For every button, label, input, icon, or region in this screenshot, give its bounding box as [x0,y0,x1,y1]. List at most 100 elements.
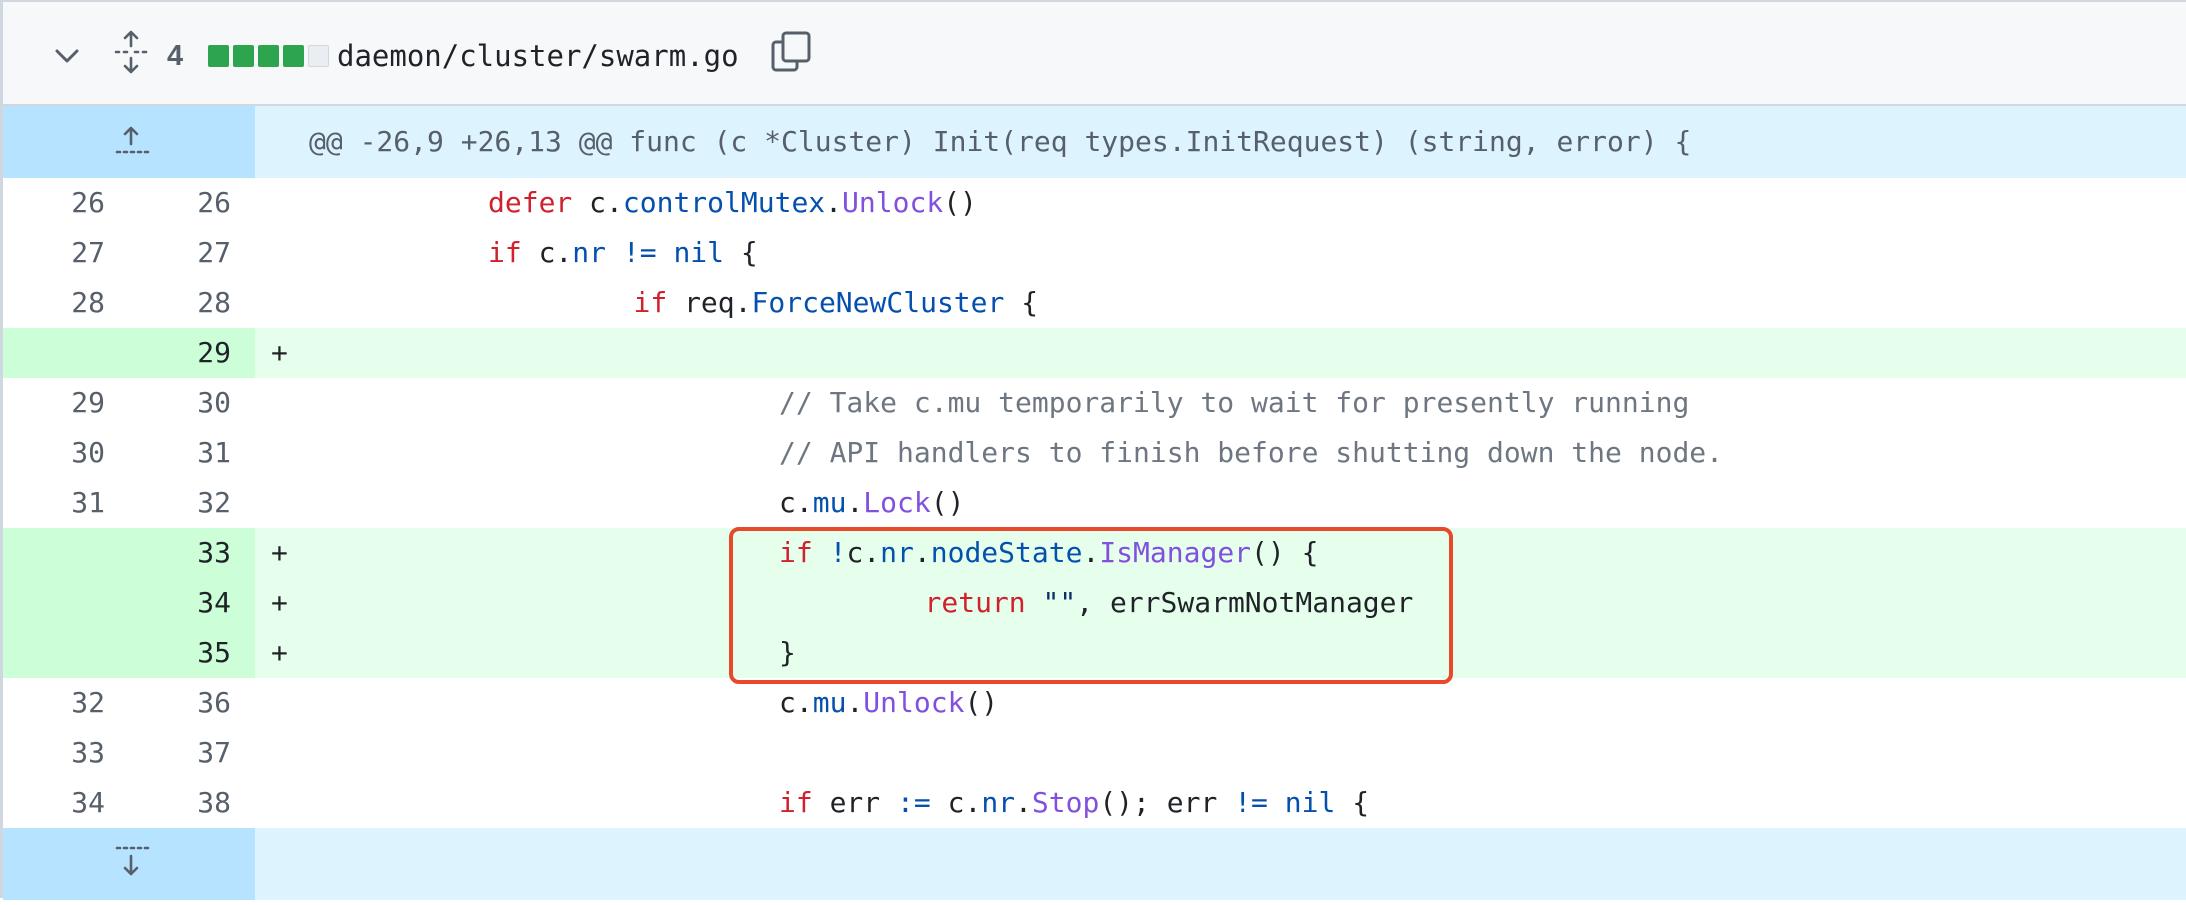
copy-icon[interactable] [769,30,813,74]
code-token: "" [1042,586,1077,619]
file-path[interactable]: daemon/cluster/swarm.go [337,34,739,78]
expand-up-button[interactable] [3,106,255,178]
added-line-row: 34 + return "", errSwarmNotManager [3,578,2186,628]
code-token: c. [779,686,813,719]
diffstat-block [233,45,254,67]
code-token: // API handlers to finish before shuttin… [779,436,1724,469]
code-token: c. [521,236,573,269]
code-token: nr [572,236,607,269]
new-line-number[interactable]: 31 [129,428,231,478]
old-line-number[interactable] [3,578,105,628]
code-token: (); err [1099,786,1235,819]
code-line: // API handlers to finish before shuttin… [779,428,1723,478]
code-token: . [1082,536,1100,569]
new-line-number[interactable]: 33 [129,528,231,578]
code-line: return "", errSwarmNotManager [925,578,1414,628]
old-line-number[interactable]: 32 [3,678,105,728]
context-line-row: 30 31 // API handlers to finish before shu… [3,428,2186,478]
old-line-number[interactable] [3,528,105,578]
new-line-number[interactable]: 28 [129,278,231,328]
new-line-number[interactable]: 34 [129,578,231,628]
code-line: if req.ForceNewCluster { [634,278,1039,328]
added-line-row: 33 + if !c.nr.nodeState.IsManager() { [3,528,2186,578]
code-token: if [779,536,813,569]
code-token: . [913,536,931,569]
new-line-number[interactable]: 30 [129,378,231,428]
old-line-number[interactable]: 33 [3,728,105,778]
code-line: c.mu.Unlock() [779,678,998,728]
old-line-number[interactable] [3,328,105,378]
code-token: () { [1251,536,1319,569]
code-token: controlMutex [622,186,826,219]
code-line: if c.nr != nil { [488,228,758,278]
new-line-number[interactable]: 37 [129,728,231,778]
old-line-number[interactable]: 34 [3,778,105,828]
hunk-header-text: @@ -26,9 +26,13 @@ func (c *Cluster) Ini… [309,125,1692,158]
unfold-icon[interactable] [113,30,149,74]
code-token: Unlock [842,186,944,219]
code-token: Lock [863,486,931,519]
new-line-number[interactable]: 26 [129,178,231,228]
context-line-row: 27 27 if c.nr != nil { [3,228,2186,278]
context-line-row: 32 36 c.mu.Unlock() [3,678,2186,728]
code-token: nil [673,236,725,269]
code-token: { [1004,286,1039,319]
added-line-row: 35 +} [3,628,2186,678]
old-line-number[interactable]: 27 [3,228,105,278]
old-line-number[interactable]: 31 [3,478,105,528]
add-marker: + [271,636,288,669]
code-token: return [924,586,1026,619]
old-line-number[interactable] [3,628,105,678]
code-token: mu [812,686,847,719]
code-token: c. [930,786,982,819]
context-line-row: 34 38 if err := c.nr.Stop(); err != nil { [3,778,2186,828]
added-line-row: 29 + [3,328,2186,378]
old-line-number[interactable]: 30 [3,428,105,478]
code-token: . [1015,786,1032,819]
old-line-number[interactable]: 26 [3,178,105,228]
add-marker: + [271,336,288,369]
new-line-number[interactable]: 27 [129,228,231,278]
expand-footer-row [3,828,2186,900]
code-token: . [846,486,864,519]
fold-down-icon [115,846,150,876]
code-token: nr [981,786,1016,819]
code-token: defer [488,186,573,219]
context-line-row: 28 28 if req.ForceNewCluster { [3,278,2186,328]
new-line-number[interactable]: 29 [129,328,231,378]
code-token: c. [779,486,813,519]
context-line-row: 26 26 defer c.controlMutex.Unlock() [3,178,2186,228]
old-line-number[interactable]: 28 [3,278,105,328]
new-line-number[interactable]: 35 [129,628,231,678]
chevron-down-icon[interactable] [51,40,83,72]
code-token: err [812,786,898,819]
code-token: ! [829,536,847,569]
new-line-number[interactable]: 36 [129,678,231,728]
code-token: () [930,486,965,519]
diffstat-blocks [208,45,329,67]
new-line-number[interactable]: 38 [129,778,231,828]
code-token: != [1234,786,1268,819]
code-token: . [846,686,864,719]
expand-down-button[interactable] [3,828,255,900]
old-line-number[interactable]: 29 [3,378,105,428]
context-line-row: 31 32 c.mu.Lock() [3,478,2186,528]
code-token: != [622,236,657,269]
code-token: nr [880,536,914,569]
code-token: nodeState [930,536,1083,569]
code-token: { [1335,786,1370,819]
code-token: IsManager [1099,536,1252,569]
diff-view: 4 daemon/cluster/swarm.go @@ -26,9 +26,1… [0,0,2186,900]
code-token: , errSwarmNotManager [1076,586,1414,619]
code-line: if err := c.nr.Stop(); err != nil { [779,778,1369,828]
code-token: ForceNewCluster [751,286,1005,319]
diffstat-block [308,45,329,67]
add-marker: + [271,586,288,619]
fold-up-icon [115,126,150,154]
code-token: Unlock [863,686,965,719]
new-line-number[interactable]: 32 [129,478,231,528]
